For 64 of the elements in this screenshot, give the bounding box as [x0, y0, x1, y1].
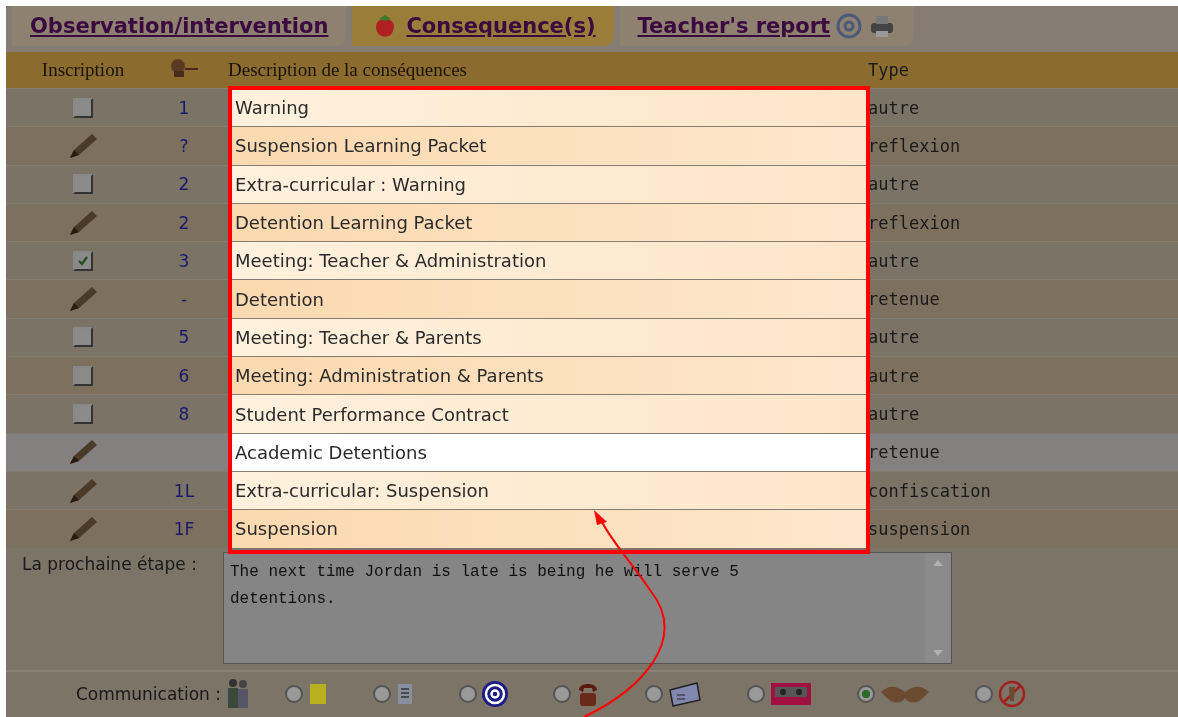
row-number: 1L: [173, 480, 195, 501]
table-cell-text: autre: [867, 250, 921, 271]
table-cell-text: reflexion: [867, 135, 962, 156]
table-row[interactable]: 5 Meeting: Teacher & Parents autre: [6, 317, 1178, 357]
table-row[interactable]: 2 Extra-curricular : Warning autre: [6, 164, 1178, 203]
radio-button[interactable]: [747, 684, 765, 703]
tab[interactable]: Teacher's report: [619, 6, 915, 46]
checkbox[interactable]: [73, 174, 93, 195]
row-number: 5: [178, 327, 190, 348]
table-row[interactable]: 1F Suspension suspension: [6, 509, 1178, 548]
column-header: Inscription: [40, 59, 126, 81]
table-cell-text: autre: [867, 327, 921, 348]
tab[interactable]: Observation/intervention: [12, 6, 347, 46]
row-number: 2: [178, 212, 190, 233]
radio-button[interactable]: [975, 684, 993, 703]
checkmark-icon: [77, 254, 89, 267]
checkbox[interactable]: [73, 250, 93, 271]
table-cell-text: retenue: [867, 442, 941, 463]
radio-button[interactable]: [857, 684, 875, 703]
table-cell-text: retenue: [867, 289, 941, 310]
stamp-icon: [168, 56, 200, 79]
checkbox[interactable]: [73, 404, 93, 424]
radio-button[interactable]: [459, 684, 477, 703]
table-cell-text: suspension: [867, 518, 972, 539]
radio-button[interactable]: [645, 684, 663, 703]
row-number: 2: [178, 174, 190, 195]
table-row[interactable]: ? Suspension Learning Packet reflexion: [6, 126, 1178, 165]
table-cell-text: autre: [867, 97, 921, 118]
table-cell-text: confiscation: [867, 480, 992, 501]
table-cell-text: autre: [867, 404, 921, 424]
table-row[interactable]: - Detention retenue: [6, 279, 1178, 318]
table-row[interactable]: 2 Detention Learning Packet reflexion: [6, 202, 1178, 242]
column-header: Description de la conséquences: [228, 59, 468, 81]
row-number: 1: [178, 97, 190, 118]
row-number: 1F: [173, 518, 195, 539]
note-icon: [307, 681, 329, 706]
checkbox[interactable]: [73, 97, 93, 118]
table-cell-text: autre: [867, 365, 921, 386]
row-number: -: [180, 289, 188, 310]
row-number: 8: [178, 404, 190, 424]
table-row[interactable]: 1L Extra-curricular: Suspension confiscation: [6, 470, 1178, 510]
envelope-icon: [667, 679, 703, 708]
tab[interactable]: Consequence(s): [352, 6, 614, 46]
checkbox[interactable]: [73, 365, 93, 386]
table-cell-text: reflexion: [867, 212, 962, 233]
people-icon: [225, 676, 251, 711]
table-row[interactable]: 1 Warning autre: [6, 88, 1178, 127]
radio-button[interactable]: [373, 684, 391, 703]
table-cell-text: autre: [867, 174, 921, 195]
table-row[interactable]: 6 Meeting: Administration & Parents autre: [6, 356, 1178, 395]
no-sign-icon: [997, 678, 1027, 709]
row-number: 3: [178, 250, 190, 271]
radio-button[interactable]: [553, 684, 571, 703]
document-icon: [395, 681, 415, 706]
row-number: ?: [179, 135, 189, 156]
column-header: Type: [867, 60, 910, 80]
checkbox[interactable]: [73, 327, 93, 348]
communication-label: Communication :: [74, 683, 222, 704]
radio-button[interactable]: [285, 684, 303, 703]
table-row[interactable]: Academic Detentions retenue: [6, 432, 1178, 471]
table-row[interactable]: 3 Meeting: Teacher & Administration autre: [6, 241, 1178, 280]
field-label: La prochaine étape :: [21, 552, 198, 576]
table-row[interactable]: 8 Student Performance Contract autre: [6, 394, 1178, 433]
row-number: 6: [178, 365, 190, 386]
